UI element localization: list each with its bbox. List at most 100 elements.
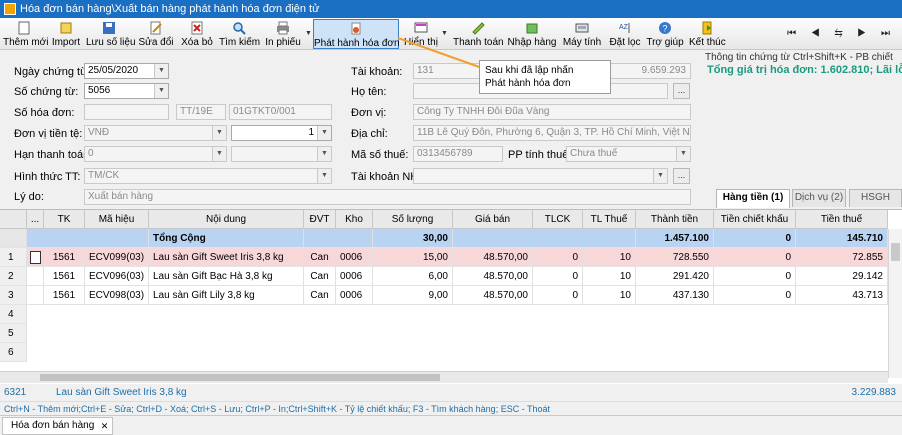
cell-tk[interactable]: 1561 — [44, 286, 85, 305]
import-button[interactable]: Import — [50, 19, 82, 49]
tab-hsgh[interactable]: HSGH — [849, 189, 902, 207]
tab-hoa-don-ban-hang[interactable]: Hóa đơn bán hàng ✕ — [2, 417, 114, 435]
bank-account-field[interactable]: ▼ — [413, 168, 668, 184]
grid-header-noi-dung[interactable]: Nội dung — [149, 210, 304, 229]
exit-button[interactable]: Kết thúc — [689, 19, 726, 49]
grid-header-tl-thue[interactable]: TL Thuế — [583, 210, 636, 229]
row-select-cell[interactable] — [27, 286, 44, 305]
customer-lookup-button[interactable]: ... — [673, 83, 690, 99]
payment-date-dropdown-icon[interactable]: ▼ — [317, 147, 331, 161]
row-select-cell[interactable] — [27, 267, 44, 286]
cell-so-luong[interactable]: 6,00 — [373, 267, 453, 286]
cell-tien-thue[interactable]: 72.855 — [796, 248, 888, 267]
currency-field[interactable]: VNĐ ▼ — [84, 125, 227, 141]
invoice-template-field[interactable]: 01GTKT0/001 — [229, 104, 332, 120]
cell-noi-dung[interactable]: Lau sàn Gift Lily 3,8 kg — [149, 286, 304, 305]
close-icon[interactable]: ✕ — [101, 418, 109, 434]
grid-header-kho[interactable]: Kho — [336, 210, 373, 229]
cell-dvt[interactable]: Can — [304, 267, 336, 286]
cell-noi-dung[interactable]: Lau sàn Gift Bạc Hà 3,8 kg — [149, 267, 304, 286]
cell-dvt[interactable]: Can — [304, 286, 336, 305]
cell-tlck[interactable]: 0 — [533, 267, 583, 286]
delete-button[interactable]: Xóa bỏ — [179, 19, 215, 49]
payment-method-dropdown-icon[interactable]: ▼ — [317, 169, 331, 183]
cell-so-luong[interactable]: 15,00 — [373, 248, 453, 267]
cell-tl-thue[interactable]: 10 — [583, 267, 636, 286]
bank-account-dropdown-icon[interactable]: ▼ — [653, 169, 667, 183]
tab-dich-vu[interactable]: Dịch vụ (2) — [792, 189, 846, 207]
cell-tlck[interactable]: 0 — [533, 286, 583, 305]
cell-tk[interactable]: 1561 — [44, 267, 85, 286]
filter-button[interactable]: AZ Đặt lọc — [608, 19, 642, 49]
cell-tl-thue[interactable]: 10 — [583, 286, 636, 305]
cell-tien-thue[interactable]: 43.713 — [796, 286, 888, 305]
exchange-rate-dropdown-icon[interactable]: ▼ — [317, 126, 331, 140]
grid-header-dvt[interactable]: ĐVT — [304, 210, 336, 229]
cell-kho[interactable]: 0006 — [336, 286, 373, 305]
exchange-rate-field[interactable]: 1 ▼ — [231, 125, 332, 141]
cell-tlck[interactable]: 0 — [533, 248, 583, 267]
tax-method-field[interactable]: Chưa thuế ▼ — [566, 146, 691, 162]
cell-tien-chiet-khau[interactable]: 0 — [714, 286, 796, 305]
document-number-field[interactable]: 5056 ▼ — [84, 83, 169, 99]
payment-term-field[interactable]: 0 ▼ — [84, 146, 227, 162]
cell-noi-dung[interactable]: Lau sàn Gift Sweet Iris 3,8 kg — [149, 248, 304, 267]
print-button[interactable]: In phiếu — [263, 19, 303, 49]
cell-gia-ban[interactable]: 48.570,00 — [453, 248, 533, 267]
payment-date-field[interactable]: ▼ — [231, 146, 332, 162]
grid-header-ma-hieu[interactable]: Mã hiệu — [85, 210, 149, 229]
publish-invoice-button[interactable]: Phát hành hóa đơn — [313, 19, 400, 49]
grid-header-tien-chiet-khau[interactable]: Tiền chiết khấu — [714, 210, 796, 229]
cell-kho[interactable]: 0006 — [336, 248, 373, 267]
vertical-scroll-thumb[interactable] — [891, 243, 900, 261]
record-navigation[interactable]: ⏮ ◀ ⇆ ▶ ⏭ — [787, 28, 896, 39]
tab-hang-tien[interactable]: Hàng tiền (1) — [716, 189, 790, 208]
cell-dvt[interactable]: Can — [304, 248, 336, 267]
cell-ma-hieu[interactable]: ECV096(03) — [85, 267, 149, 286]
help-button[interactable]: ? Trợ giúp — [646, 19, 684, 49]
row-select-cell[interactable] — [27, 248, 44, 267]
address-field[interactable]: 11B Lê Quý Đôn, Phường 6, Quận 3, TP. Hồ… — [413, 125, 691, 141]
grid-horizontal-scrollbar[interactable] — [0, 371, 888, 383]
cell-ma-hieu[interactable]: ECV099(03) — [85, 248, 149, 267]
date-dropdown-icon[interactable]: ▼ — [154, 64, 168, 78]
cell-thanh-tien[interactable]: 291.420 — [636, 267, 714, 286]
cell-gia-ban[interactable]: 48.570,00 — [453, 286, 533, 305]
search-button[interactable]: Tìm kiếm — [219, 19, 260, 49]
company-field[interactable]: Công Ty TNHH Đôi Đũa Vàng — [413, 104, 691, 120]
import-goods-button[interactable]: Nhập hàng — [507, 19, 557, 49]
cell-so-luong[interactable]: 9,00 — [373, 286, 453, 305]
grid-header-thanh-tien[interactable]: Thành tiền — [636, 210, 714, 229]
invoice-number-field[interactable] — [84, 104, 169, 120]
grid-header-tk[interactable]: TK — [44, 210, 85, 229]
payment-term-dropdown-icon[interactable]: ▼ — [212, 147, 226, 161]
cell-tl-thue[interactable]: 10 — [583, 248, 636, 267]
reason-field[interactable]: Xuất bán hàng — [84, 189, 691, 205]
horizontal-scroll-thumb[interactable] — [40, 374, 440, 381]
grid-header-select[interactable]: ... — [27, 210, 44, 229]
edit-button[interactable]: Sửa đổi — [137, 19, 175, 49]
new-button[interactable]: Thêm mới — [3, 19, 48, 49]
grid-header-tlck[interactable]: TLCK — [533, 210, 583, 229]
document-number-dropdown-icon[interactable]: ▼ — [154, 84, 168, 98]
print-dropdown-icon[interactable]: ▼ — [305, 30, 312, 37]
date-field[interactable]: 25/05/2020 ▼ — [84, 63, 169, 79]
cell-kho[interactable]: 0006 — [336, 267, 373, 286]
grid-vertical-scrollbar[interactable] — [888, 229, 902, 378]
grid-header-so-luong[interactable]: Số lượng — [373, 210, 453, 229]
bank-lookup-button[interactable]: ... — [673, 168, 690, 184]
cell-thanh-tien[interactable]: 437.130 — [636, 286, 714, 305]
grid-header-gia-ban[interactable]: Giá bán — [453, 210, 533, 229]
tax-code-field[interactable]: 0313456789 — [413, 146, 503, 162]
tax-method-dropdown-icon[interactable]: ▼ — [676, 147, 690, 161]
cell-ma-hieu[interactable]: ECV098(03) — [85, 286, 149, 305]
display-button[interactable]: Hiển thị — [403, 19, 439, 49]
calculator-button[interactable]: Máy tính — [562, 19, 602, 49]
invoice-serial-field[interactable]: TT/19E — [176, 104, 226, 120]
save-button[interactable]: Lưu số liệu — [86, 19, 136, 49]
cell-thanh-tien[interactable]: 728.550 — [636, 248, 714, 267]
payment-button[interactable]: Thanh toán — [453, 19, 504, 49]
display-dropdown-icon[interactable]: ▼ — [441, 30, 448, 37]
cell-tien-chiet-khau[interactable]: 0 — [714, 267, 796, 286]
cell-tk[interactable]: 1561 — [44, 248, 85, 267]
